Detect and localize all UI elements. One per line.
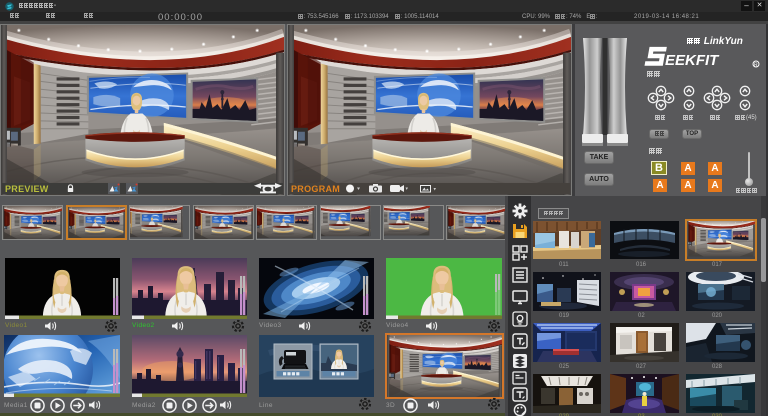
svg-text:R: R [754, 63, 758, 69]
svg-text:EEKFIT: EEKFIT [665, 52, 720, 68]
